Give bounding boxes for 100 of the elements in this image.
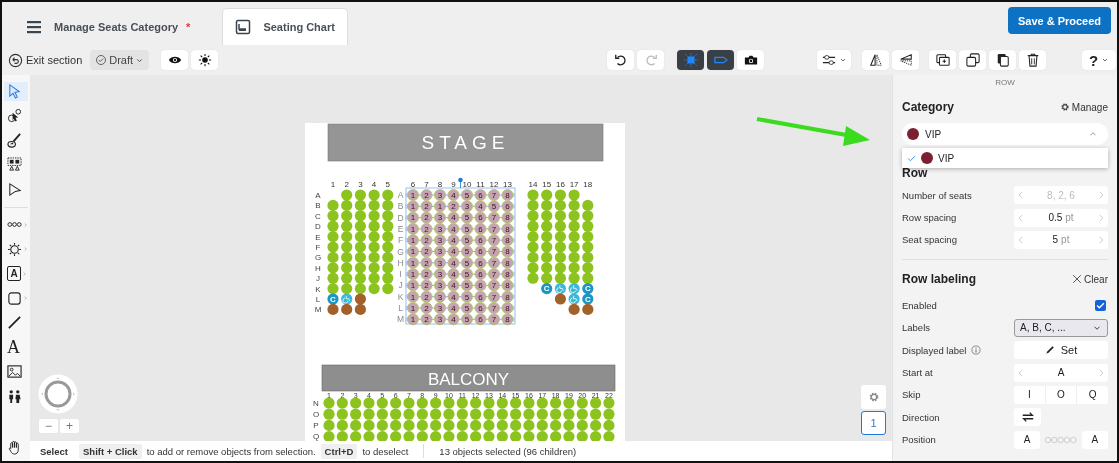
exit-section-button[interactable]: Exit section — [8, 52, 83, 68]
category-select[interactable]: VIP — [902, 123, 1108, 145]
seat[interactable]: 1 — [407, 256, 419, 269]
labels-select[interactable]: A, B, C, ... — [1014, 318, 1108, 337]
seat[interactable]: 5 — [461, 302, 473, 314]
zoom-out-button[interactable]: − — [39, 419, 58, 433]
seat[interactable]: 1 — [407, 189, 419, 201]
set-button[interactable]: Set — [1014, 341, 1108, 360]
clear-button[interactable]: Clear — [1072, 273, 1108, 285]
seat[interactable]: 3 — [434, 268, 446, 281]
status-dropdown[interactable]: Draft — [90, 50, 150, 70]
seat[interactable]: 2 — [420, 302, 433, 314]
seat[interactable]: 6 — [474, 222, 487, 235]
seat[interactable]: 3 — [461, 200, 473, 213]
seat[interactable]: 8 — [501, 302, 514, 314]
seat[interactable]: 1 — [407, 313, 419, 326]
seat[interactable]: 7 — [488, 211, 500, 224]
seat[interactable]: 5 — [461, 313, 473, 326]
seat[interactable]: 3 — [434, 256, 446, 269]
seat[interactable]: 8 — [501, 234, 514, 247]
seat[interactable]: 1 — [407, 290, 419, 303]
seat[interactable]: 1 — [407, 211, 419, 224]
seat[interactable]: 8 — [501, 222, 514, 235]
seat[interactable]: 8 — [501, 279, 514, 292]
seat[interactable]: 7 — [488, 222, 500, 235]
seat[interactable]: 2 — [420, 222, 433, 235]
seat[interactable]: 1 — [407, 234, 419, 247]
seat[interactable]: 4 — [447, 211, 460, 224]
seat[interactable]: 5 — [461, 290, 473, 303]
seat[interactable]: 7 — [488, 189, 500, 201]
seat[interactable]: 1 — [407, 279, 419, 292]
seat[interactable]: 4 — [447, 268, 460, 281]
seat[interactable]: 3 — [434, 189, 446, 201]
seat[interactable]: 7 — [488, 268, 500, 281]
floor-button[interactable]: 1 — [861, 411, 886, 435]
seat[interactable]: 5 — [461, 189, 473, 201]
header-tab[interactable]: Manage Seats Category * — [24, 8, 209, 45]
seat[interactable]: 7 — [488, 256, 500, 269]
seat[interactable]: 2 — [420, 211, 433, 224]
zoom-in-button[interactable]: + — [60, 419, 79, 433]
seat[interactable]: 8 — [501, 256, 514, 269]
seat[interactable]: 1 — [407, 302, 419, 314]
seat[interactable]: 5 — [488, 200, 500, 213]
save-proceed-button[interactable]: Save & Proceed — [1008, 7, 1111, 34]
seat[interactable]: 4 — [447, 189, 460, 201]
header-tab[interactable]: Seating Chart — [222, 8, 348, 45]
seat[interactable]: 7 — [488, 245, 500, 258]
seat[interactable]: 3 — [434, 245, 446, 258]
seat[interactable]: 2 — [420, 189, 433, 201]
seat[interactable]: 8 — [501, 211, 514, 224]
seat[interactable]: 3 — [434, 222, 446, 235]
seat[interactable]: 2 — [420, 234, 433, 247]
seat[interactable]: 6 — [474, 279, 487, 292]
seat[interactable]: 8 — [501, 268, 514, 281]
seat[interactable]: 5 — [461, 211, 473, 224]
seat[interactable]: 1 — [407, 200, 419, 213]
seat[interactable]: 4 — [447, 279, 460, 292]
tool-button[interactable]: A — [4, 338, 28, 357]
number-stepper[interactable]: 0.5 pt — [1014, 208, 1108, 227]
seat[interactable]: 2 — [420, 256, 433, 269]
seat[interactable]: 6 — [474, 211, 487, 224]
seat[interactable]: 8 — [501, 290, 514, 303]
seat[interactable]: 4 — [447, 234, 460, 247]
seat[interactable]: 4 — [447, 302, 460, 314]
seat[interactable]: 3 — [434, 211, 446, 224]
seat[interactable]: 8 — [501, 245, 514, 258]
seat[interactable]: 6 — [474, 290, 487, 303]
seat[interactable]: 2 — [420, 290, 433, 303]
seat[interactable]: 2 — [420, 279, 433, 292]
seat[interactable]: 5 — [461, 245, 473, 258]
seat[interactable]: 6 — [474, 189, 487, 201]
seat[interactable]: 7 — [488, 234, 500, 247]
seat[interactable]: 6 — [474, 234, 487, 247]
seat[interactable]: 2 — [420, 268, 433, 281]
seat[interactable]: 7 — [488, 302, 500, 314]
seat[interactable]: 8 — [501, 189, 514, 201]
seat[interactable]: 6 — [474, 302, 487, 314]
seat[interactable]: 3 — [434, 279, 446, 292]
skip-option[interactable]: I — [1014, 385, 1045, 404]
seat[interactable]: 6 — [474, 268, 487, 281]
seat[interactable]: 2 — [447, 200, 460, 213]
start-stepper[interactable]: A — [1014, 363, 1108, 382]
seat[interactable]: 4 — [447, 290, 460, 303]
tool-button[interactable]: A — [4, 264, 28, 283]
seat[interactable]: 5 — [461, 268, 473, 281]
seat[interactable]: 8 — [501, 313, 514, 326]
seat[interactable]: 5 — [461, 234, 473, 247]
seat[interactable]: 3 — [434, 290, 446, 303]
seat[interactable]: 1 — [407, 222, 419, 235]
seat[interactable]: 5 — [461, 222, 473, 235]
seat[interactable]: 2 — [420, 313, 433, 326]
seat[interactable]: 2 — [420, 245, 433, 258]
seat[interactable]: 1 — [407, 245, 419, 258]
seat[interactable]: 1 — [407, 268, 419, 281]
seat[interactable]: 3 — [434, 234, 446, 247]
position-button[interactable]: A — [1014, 430, 1041, 449]
seat[interactable]: 4 — [447, 256, 460, 269]
seat[interactable]: 6 — [474, 256, 487, 269]
seat[interactable]: 7 — [488, 313, 500, 326]
seat[interactable]: 7 — [488, 290, 500, 303]
